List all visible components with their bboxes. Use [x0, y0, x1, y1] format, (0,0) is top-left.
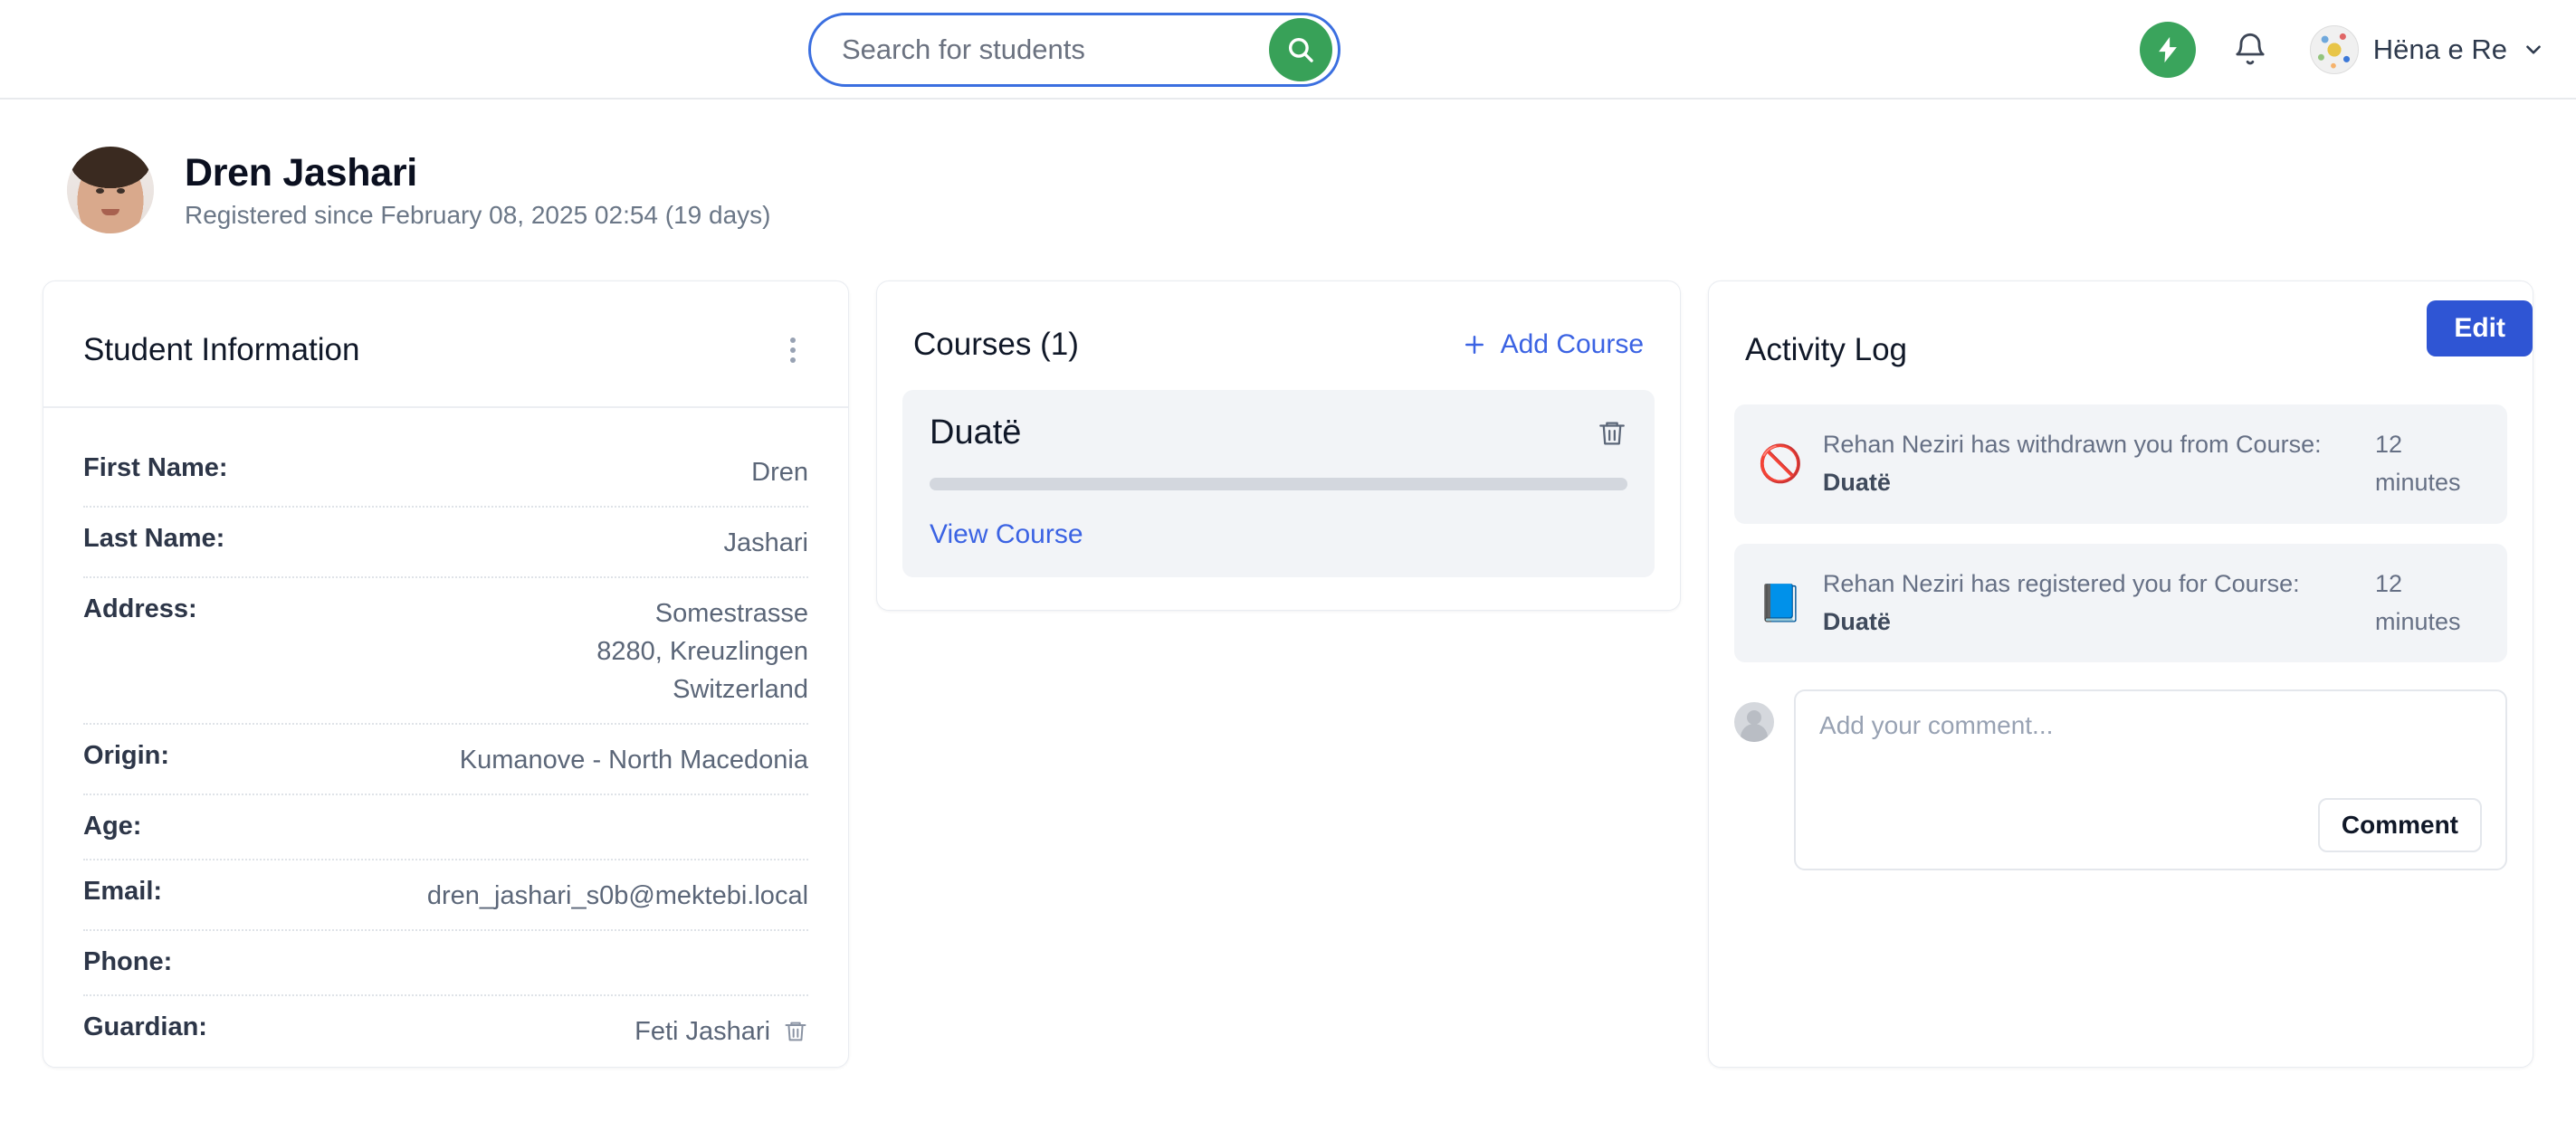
registration-subtitle: Registered since February 08, 2025 02:54…	[185, 201, 771, 230]
info-label: Guardian:	[83, 1012, 207, 1042]
comment-composer: Comment	[1709, 682, 2533, 870]
course-progress-bar	[930, 478, 1627, 490]
activity-entry-text: Rehan Neziri has withdrawn you from Cour…	[1823, 426, 2355, 502]
search-input[interactable]	[842, 33, 1269, 66]
add-course-label: Add Course	[1501, 329, 1644, 360]
comment-input[interactable]	[1819, 711, 2482, 793]
info-value: Somestrasse 8280, Kreuzlingen Switzerlan…	[596, 594, 808, 708]
trash-icon	[1597, 418, 1627, 449]
student-page-header: Dren Jashari Registered since February 0…	[0, 100, 2576, 280]
info-label: Origin:	[83, 741, 169, 771]
edit-button[interactable]: Edit	[2427, 300, 2533, 356]
user-menu[interactable]: Hëna e Re	[2304, 25, 2545, 74]
courses-title: Courses (1)	[913, 327, 1079, 363]
info-row-phone: Phone:	[83, 931, 808, 996]
activity-log-entry: 🚫 Rehan Neziri has withdrawn you from Co…	[1734, 404, 2507, 524]
chevron-down-icon	[2522, 38, 2545, 62]
info-label: Age:	[83, 812, 141, 841]
delete-course-button[interactable]	[1597, 418, 1627, 449]
info-row-first-name: First Name: Dren	[83, 437, 808, 508]
search-submit-button[interactable]	[1269, 18, 1332, 81]
student-information-title: Student Information	[83, 332, 359, 368]
activity-entry-time: 12 minutes	[2375, 566, 2484, 642]
bell-icon	[2232, 32, 2268, 68]
info-value: dren_jashari_s0b@mektebi.local	[427, 877, 808, 915]
courses-header: Courses (1) Add Course	[877, 281, 1680, 390]
activity-entry-text: Rehan Neziri has registered you for Cour…	[1823, 566, 2355, 642]
activity-log-card: Activity Log 🚫 Rehan Neziri has withdraw…	[1708, 280, 2533, 1068]
delete-guardian-button[interactable]	[783, 1019, 808, 1044]
info-value: Dren	[751, 453, 808, 491]
activity-log-list: 🚫 Rehan Neziri has withdrawn you from Co…	[1709, 404, 2533, 662]
comment-box[interactable]: Comment	[1794, 689, 2507, 870]
course-item-header: Duatë	[930, 413, 1627, 452]
prohibited-icon: 🚫	[1758, 446, 1803, 482]
bolt-icon	[2152, 34, 2183, 65]
activity-entry-time: 12 minutes	[2375, 426, 2484, 502]
search-bar[interactable]	[808, 13, 1340, 87]
course-name: Duatë	[930, 413, 1021, 452]
comment-submit-button[interactable]: Comment	[2318, 798, 2482, 852]
plus-icon	[1461, 331, 1488, 358]
info-row-age: Age:	[83, 795, 808, 860]
student-avatar	[67, 147, 154, 233]
activity-log-title: Activity Log	[1745, 332, 2496, 368]
user-name-label: Hëna e Re	[2373, 33, 2507, 66]
info-row-last-name: Last Name: Jashari	[83, 508, 808, 578]
page-title: Dren Jashari	[185, 151, 771, 195]
cards-container: Student Information First Name: Dren Las…	[0, 280, 2576, 1068]
notifications-button[interactable]	[2227, 26, 2274, 73]
course-list-item: Duatë View Course	[902, 390, 1655, 577]
top-navigation-bar: Hëna e Re	[0, 0, 2576, 100]
student-information-body: First Name: Dren Last Name: Jashari Addr…	[43, 408, 848, 1065]
avatar	[2310, 25, 2359, 74]
activity-entry-prefix: Rehan Neziri has withdrawn you from Cour…	[1823, 431, 2322, 458]
info-label: Address:	[83, 594, 197, 624]
info-value: Kumanove - North Macedonia	[460, 741, 808, 779]
trash-icon	[783, 1019, 808, 1044]
info-row-origin: Origin: Kumanove - North Macedonia	[83, 725, 808, 795]
address-line-2: 8280, Kreuzlingen	[596, 632, 808, 670]
activity-entry-prefix: Rehan Neziri has registered you for Cour…	[1823, 570, 2300, 597]
student-information-card: Student Information First Name: Dren Las…	[43, 280, 849, 1068]
add-course-button[interactable]: Add Course	[1461, 329, 1644, 360]
topbar-actions: Hëna e Re	[2140, 0, 2545, 100]
info-row-email: Email: dren_jashari_s0b@mektebi.local	[83, 860, 808, 931]
blue-book-icon: 📘	[1758, 585, 1803, 622]
info-value: Feti Jashari	[634, 1012, 808, 1050]
address-line-1: Somestrasse	[596, 594, 808, 632]
avatar	[1734, 702, 1774, 742]
activity-entry-course: Duatë	[1823, 469, 1891, 496]
info-label: Last Name:	[83, 524, 224, 554]
info-label: Email:	[83, 877, 162, 907]
address-line-3: Switzerland	[596, 670, 808, 708]
view-course-link[interactable]: View Course	[930, 519, 1083, 550]
activity-log-entry: 📘 Rehan Neziri has registered you for Co…	[1734, 544, 2507, 663]
activity-log-header: Activity Log	[1709, 281, 2533, 404]
info-row-guardian: Guardian: Feti Jashari	[83, 996, 808, 1065]
guardian-name: Feti Jashari	[634, 1012, 770, 1050]
kebab-menu-icon[interactable]	[778, 330, 808, 370]
search-icon	[1285, 34, 1316, 65]
bolt-icon-button[interactable]	[2140, 22, 2196, 78]
student-information-header: Student Information	[43, 281, 848, 408]
courses-card: Courses (1) Add Course Duatë	[876, 280, 1681, 611]
info-value: Jashari	[724, 524, 809, 562]
info-label: Phone:	[83, 947, 172, 977]
activity-entry-course: Duatë	[1823, 608, 1891, 635]
student-header-texts: Dren Jashari Registered since February 0…	[185, 151, 771, 230]
info-row-address: Address: Somestrasse 8280, Kreuzlingen S…	[83, 578, 808, 725]
info-label: First Name:	[83, 453, 228, 483]
